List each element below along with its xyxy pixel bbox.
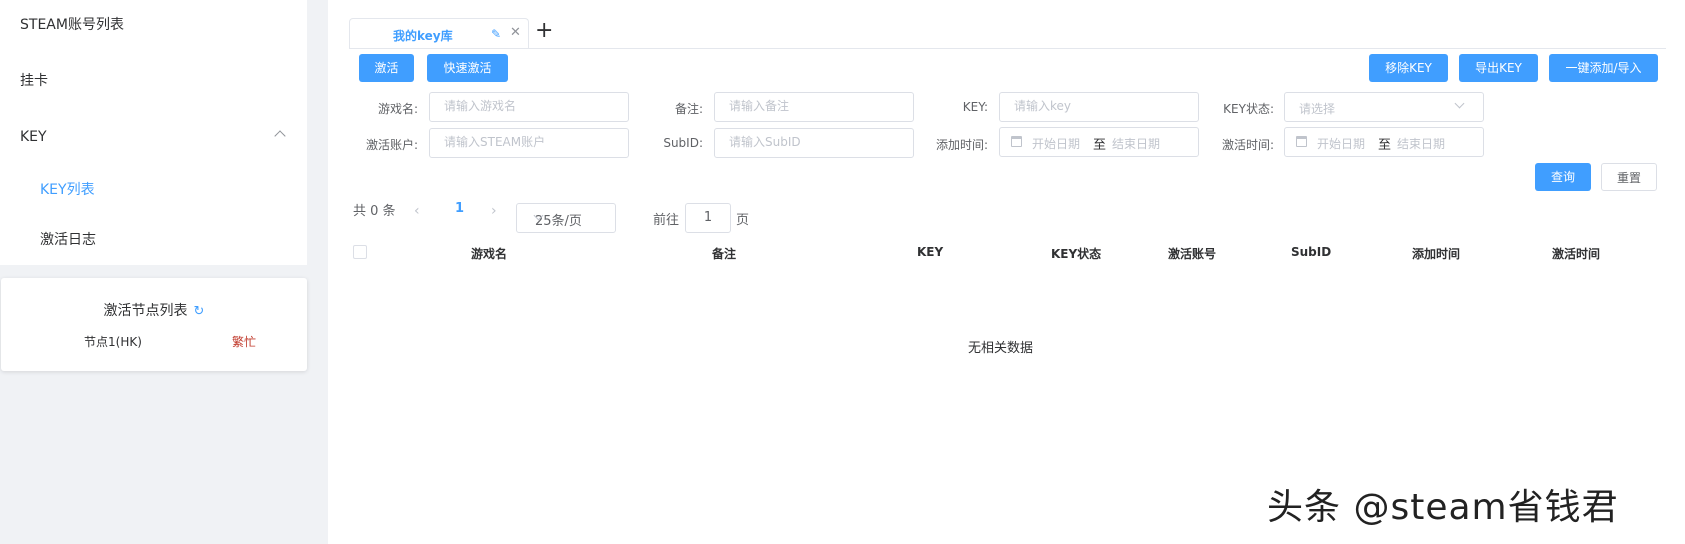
calendar-icon <box>1296 136 1307 147</box>
pagination-current-page[interactable]: 1 <box>455 201 464 216</box>
activate-time-label: 激活时间: <box>1221 138 1274 152</box>
subid-field[interactable] <box>714 128 914 158</box>
tab-my-key-library[interactable]: 我的key库 ✎ ✕ <box>349 18 529 49</box>
sidebar-item-label: KEY <box>20 129 47 145</box>
node-name: 节点1(HK) <box>84 335 142 349</box>
node-status: 繁忙 <box>232 335 257 349</box>
column-header-key[interactable]: KEY <box>917 245 943 259</box>
sidebar-item-steam-accounts[interactable]: STEAM账号列表 <box>0 0 307 50</box>
key-status-select[interactable]: 请选择 <box>1284 92 1484 122</box>
page-unit-label: 页 <box>736 213 750 228</box>
close-icon[interactable]: ✕ <box>510 25 521 40</box>
sidebar-item-label: 挂卡 <box>20 73 48 89</box>
reset-button[interactable]: 重置 <box>1601 163 1657 191</box>
add-tab-icon[interactable]: + <box>535 20 553 42</box>
sidebar-item-label: STEAM账号列表 <box>20 17 124 33</box>
key-field[interactable] <box>999 92 1199 122</box>
watermark: 头条 @steam省钱君 <box>1267 487 1619 528</box>
sidebar-menu: STEAM账号列表 挂卡 KEY KEY列表 激活日志 <box>0 0 307 265</box>
sidebar-item-activation-log[interactable]: 激活日志 <box>0 215 307 265</box>
subid-label: SubID: <box>663 136 703 150</box>
activate-button[interactable]: 激活 <box>359 54 414 82</box>
goto-label: 前往 <box>653 213 680 228</box>
chevron-left-icon[interactable]: ‹ <box>414 203 420 219</box>
sidebar-item-label: KEY列表 <box>40 182 95 198</box>
calendar-icon <box>1011 136 1022 147</box>
node-list-card: 激活节点列表 ↻ 节点1(HK) 繁忙 <box>1 278 307 371</box>
range-separator: 至 <box>1093 138 1107 153</box>
edit-icon[interactable]: ✎ <box>491 27 501 41</box>
goto-page-input[interactable]: 1 <box>685 203 731 233</box>
subid-input[interactable] <box>729 135 909 149</box>
column-header-activate-time[interactable]: 激活时间 <box>1552 245 1600 262</box>
key-status-placeholder: 请选择 <box>1299 102 1336 116</box>
activate-time-start[interactable]: 开始日期 <box>1317 135 1365 152</box>
account-label: 激活账户: <box>365 138 418 152</box>
sidebar-item-key[interactable]: KEY <box>0 112 307 162</box>
select-all-checkbox[interactable] <box>353 245 367 259</box>
export-key-button[interactable]: 导出KEY <box>1459 54 1538 82</box>
tab-label: 我的key库 <box>393 29 453 43</box>
activate-time-range[interactable]: 开始日期 至 结束日期 <box>1284 127 1484 157</box>
activate-time-end[interactable]: 结束日期 <box>1397 135 1445 152</box>
add-import-button[interactable]: 一键添加/导入 <box>1549 54 1658 82</box>
table-empty-text: 无相关数据 <box>968 341 1034 356</box>
column-header-game[interactable]: 游戏名 <box>471 245 507 262</box>
column-header-add-time[interactable]: 添加时间 <box>1412 245 1460 262</box>
key-status-label: KEY状态: <box>1223 102 1274 116</box>
query-button[interactable]: 查询 <box>1535 163 1591 191</box>
remove-key-button[interactable]: 移除KEY <box>1369 54 1448 82</box>
tab-divider <box>349 48 1666 49</box>
game-name-label: 游戏名: <box>377 102 418 116</box>
sidebar-item-label: 激活日志 <box>40 232 96 248</box>
column-header-key-status[interactable]: KEY状态 <box>1051 245 1101 262</box>
refresh-icon[interactable]: ↻ <box>194 304 205 319</box>
sidebar-item-key-list[interactable]: KEY列表 <box>0 165 307 215</box>
chevron-right-icon[interactable]: › <box>491 203 497 219</box>
quick-activate-button[interactable]: 快速激活 <box>427 54 508 82</box>
main-panel: 我的key库 ✎ ✕ + 激活 快速激活 移除KEY 导出KEY 一键添加/导入… <box>328 0 1685 544</box>
column-header-account[interactable]: 激活账号 <box>1168 245 1216 262</box>
game-name-input[interactable] <box>444 99 624 113</box>
node-list-header: 激活节点列表 ↻ <box>1 300 307 320</box>
remark-label: 备注: <box>674 102 703 116</box>
game-name-field[interactable] <box>429 92 629 122</box>
page-size-value: 25条/页 <box>535 214 582 229</box>
remark-field[interactable] <box>714 92 914 122</box>
account-field[interactable] <box>429 128 629 158</box>
range-separator: 至 <box>1378 138 1392 153</box>
page-size-select[interactable]: 25条/页 <box>516 203 616 233</box>
remark-input[interactable] <box>729 99 909 113</box>
key-input[interactable] <box>1014 99 1194 113</box>
column-header-remark[interactable]: 备注 <box>712 245 736 262</box>
chevron-up-icon <box>274 130 286 142</box>
add-time-range[interactable]: 开始日期 至 结束日期 <box>999 127 1199 157</box>
add-time-label: 添加时间: <box>935 138 988 152</box>
key-label: KEY: <box>962 100 988 114</box>
sidebar: STEAM账号列表 挂卡 KEY KEY列表 激活日志 激活节点列表 ↻ 节点1(… <box>0 0 307 544</box>
pagination-total: 共 0 条 <box>353 204 396 219</box>
account-input[interactable] <box>444 135 624 149</box>
chevron-down-icon <box>1454 98 1465 109</box>
column-header-subid[interactable]: SubID <box>1291 245 1331 259</box>
node-list-title: 激活节点列表 <box>103 303 188 319</box>
sidebar-item-idle[interactable]: 挂卡 <box>0 56 307 106</box>
add-time-end[interactable]: 结束日期 <box>1112 135 1160 152</box>
add-time-start[interactable]: 开始日期 <box>1032 135 1080 152</box>
